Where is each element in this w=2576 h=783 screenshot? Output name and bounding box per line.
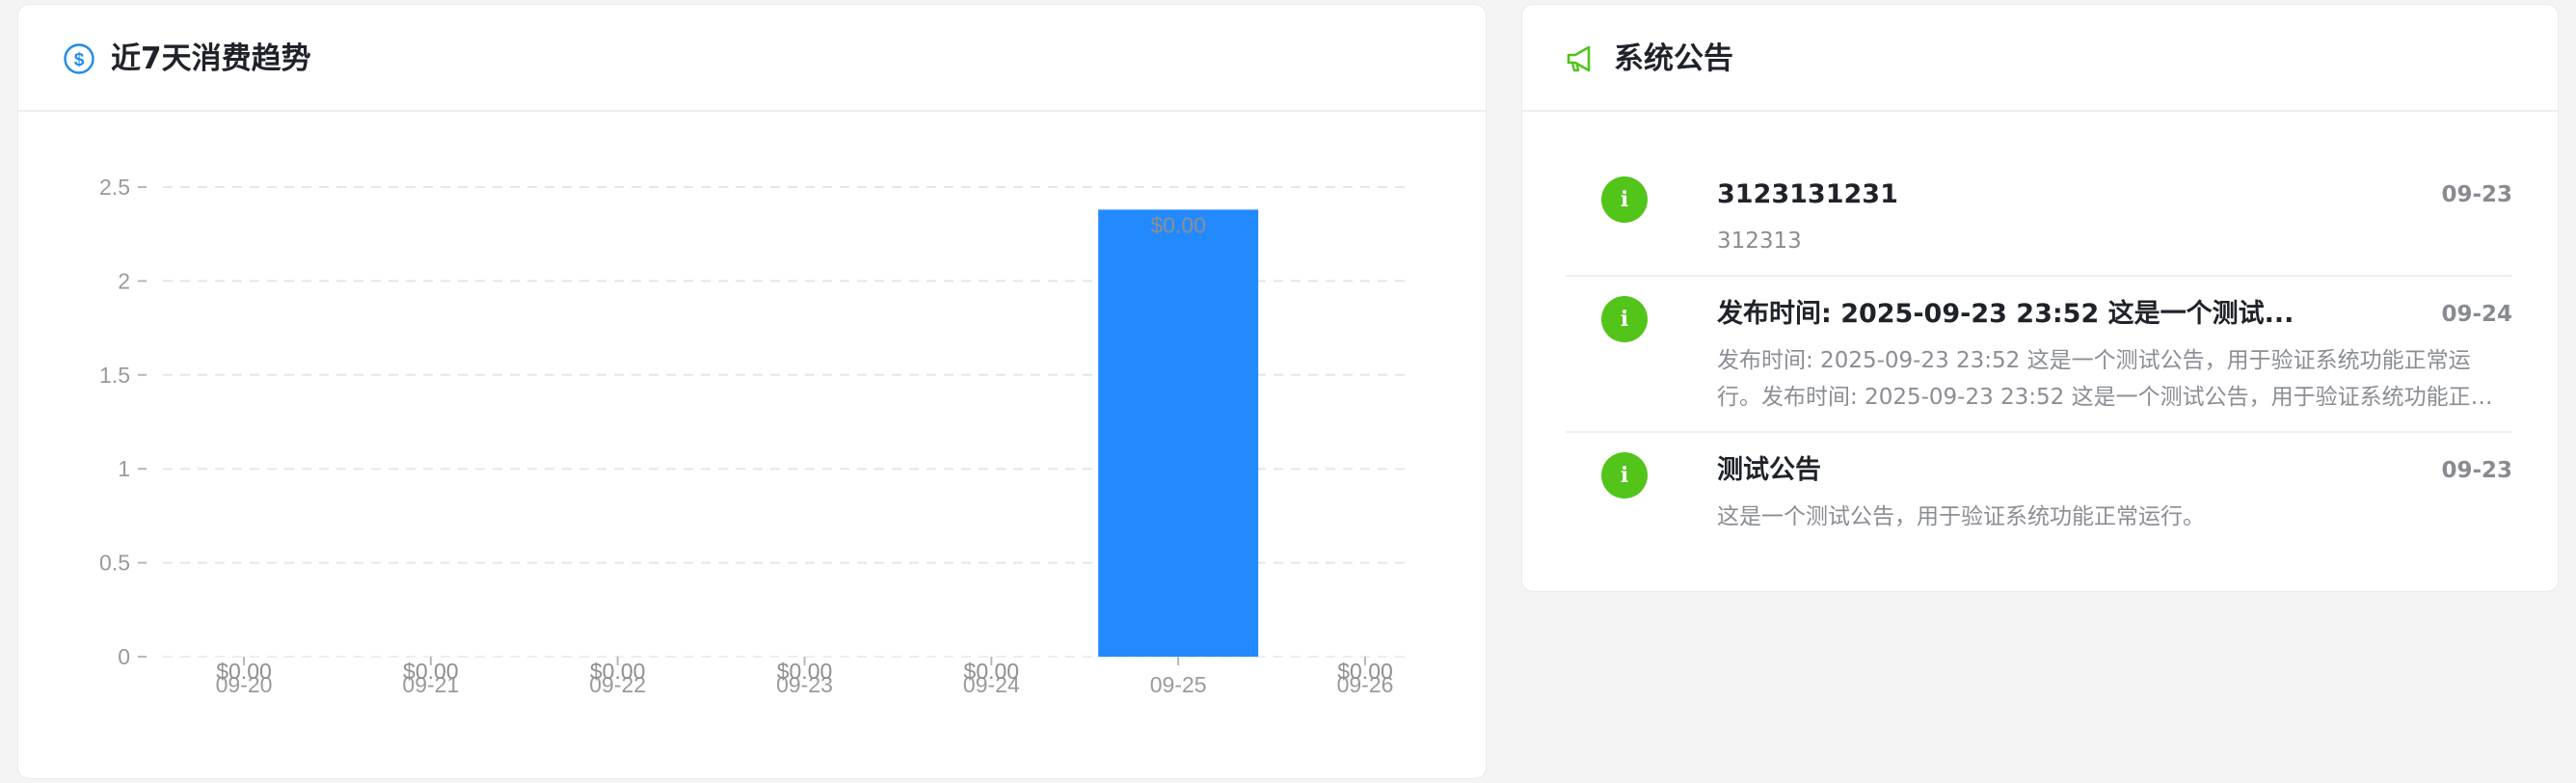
info-icon: i (1601, 176, 1648, 223)
data-label: $0.00 (216, 659, 272, 684)
consumption-trend-card: $ 近7天消费趋势 0 0.5 1 1.5 2 2.5 09-20 09-21 09-22 09-… (17, 4, 1487, 779)
y-tick-label: 0 (118, 644, 130, 669)
announcement-date: 09-23 (2441, 458, 2512, 483)
y-tick-label: 1 (118, 456, 130, 481)
y-tick-label: 1.5 (99, 363, 130, 388)
announcement-title: 发布时间: 2025-09-23 23:52 这是一个测试... (1717, 299, 2294, 329)
announcement-description: 这是一个测试公告，用于验证系统功能正常运行。 (1717, 504, 2205, 529)
announcement-description: 312313 (1717, 229, 1802, 254)
announcement-divider (1566, 431, 2512, 433)
megaphone-icon (1567, 45, 1591, 72)
system-announcements-title: 系统公告 (1614, 41, 1733, 76)
y-tick-label: 2 (118, 268, 130, 293)
data-label: $0.00 (403, 659, 459, 684)
chart-bars (1098, 209, 1259, 657)
announcement-date: 09-24 (2441, 302, 2512, 327)
announcement-description: 发布时间: 2025-09-23 23:52 这是一个测试公告，用于验证系统功能… (1717, 348, 2493, 410)
y-tick-label: 2.5 (99, 175, 130, 200)
announcement-item[interactable]: i 3123131231 09-23 312313 (1566, 159, 2512, 275)
consumption-bar-chart: 00.511.522.509-20 09-21 09-22 09-23 09-24 09-… (99, 175, 1407, 697)
announcement-title: 3123131231 (1717, 179, 1898, 209)
system-announcements-header: 系统公告 (1522, 5, 2558, 112)
data-label: $0.00 (777, 659, 833, 684)
y-tick-label: 0.5 (99, 551, 130, 576)
announcement-date: 09-23 (2441, 182, 2512, 207)
announcement-item[interactable]: i 发布时间: 2025-09-23 23:52 这是一个测试... 09-24… (1566, 279, 2512, 433)
info-icon: i (1601, 296, 1648, 342)
system-announcements-card: 系统公告 i 3123131231 09-23 312313 i 发布时间: 2… (1521, 4, 2559, 592)
data-label: $0.00 (964, 659, 1020, 684)
x-tick-label: 09-25 (1150, 672, 1207, 697)
data-label: $0.00 (1337, 659, 1393, 684)
data-label: $0.00 (590, 659, 646, 684)
data-label: $0.00 (1150, 212, 1206, 237)
announcement-divider (1566, 275, 2512, 277)
announcement-title: 测试公告 (1717, 455, 1821, 485)
bar[interactable] (1098, 209, 1259, 657)
announcement-item[interactable]: i 测试公告 09-23 这是一个测试公告，用于验证系统功能正常运行。 (1566, 435, 2512, 551)
info-icon: i (1601, 452, 1648, 499)
